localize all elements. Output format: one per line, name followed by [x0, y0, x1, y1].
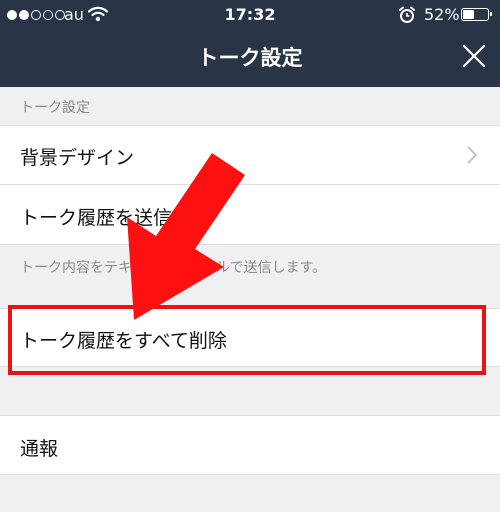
section-header-talk-settings: トーク設定 [20, 100, 90, 116]
background-design-row[interactable]: 背景デザイン [0, 125, 500, 185]
highlight-box [8, 305, 486, 375]
chevron-right-icon [467, 146, 478, 164]
send-history-label: トーク履歴を送信 [20, 207, 173, 229]
report-row[interactable]: 通報 [0, 415, 500, 474]
send-history-description: トーク内容をテキストのファイルで送信します。 [20, 260, 327, 276]
status-bar: au 17:32 52% [0, 0, 500, 30]
report-label: 通報 [20, 438, 59, 460]
battery-icon [461, 8, 492, 21]
page-title: トーク設定 [197, 46, 303, 70]
background-design-label: 背景デザイン [20, 147, 135, 169]
alarm-clock-icon [399, 6, 415, 23]
close-icon[interactable] [462, 44, 486, 68]
battery-percentage: 52% [424, 5, 460, 24]
divider [0, 244, 500, 245]
divider [0, 415, 500, 416]
divider [0, 184, 500, 185]
send-history-row[interactable]: トーク履歴を送信 [0, 185, 500, 244]
divider [0, 474, 500, 475]
divider [0, 125, 500, 126]
navigation-header: au 17:32 52% トーク設定 [0, 0, 500, 87]
